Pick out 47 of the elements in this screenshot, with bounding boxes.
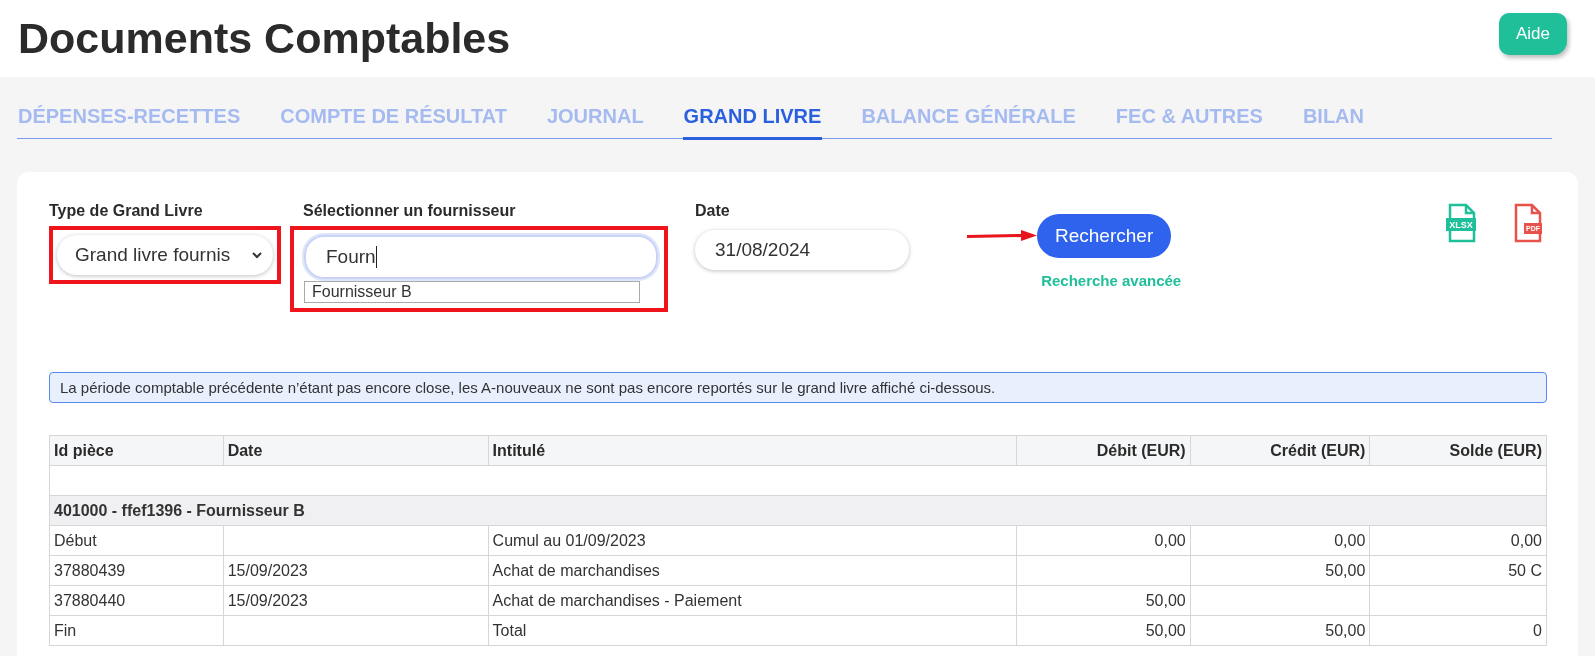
info-notice: La période comptable précédente n’étant pas encore close, les A-nouveaux ne sont pas encore reportés sur le grand livre affiché ci-dessous. [49,372,1547,403]
table-cell: 37880440 [54,591,126,609]
column-header: Crédit (EUR) [1190,435,1370,466]
table-cell: 50,00 [1145,591,1186,609]
tab[interactable]: FEC & AUTRES [1114,104,1264,140]
table-cell: Fin [54,621,77,639]
help-button[interactable]: Aide [1498,12,1567,55]
tab[interactable]: JOURNAL [545,104,645,140]
field-label: Type de Grand Livre [49,202,204,220]
table-cell: 0,00 [1154,531,1186,549]
table-cell: 15/09/2023 [227,561,308,579]
table-cell: 50,00 [1145,621,1186,639]
column-header: Id pièce [49,435,224,466]
field-label: Date [695,202,731,220]
suggestion-item[interactable]: Fournisseur B [304,281,640,303]
column-header: Débit (EUR) [1016,435,1191,466]
table-cell: 50 C [1508,561,1542,579]
column-header: Date [223,435,489,466]
group-header-cell: 401000 - ffef1396 - Fournisseur B [49,495,1547,526]
table-cell: 0,00 [1334,531,1366,549]
table-cell: Début [54,531,97,549]
search-button[interactable]: Rechercher [1037,214,1172,258]
field-label: Sélectionner un fournisseur [303,202,517,220]
date-field[interactable]: 31/08/2024 [695,230,909,270]
chevron-down-icon [251,251,263,259]
tab[interactable]: BILAN [1301,104,1365,140]
column-header: Solde (EUR) [1369,435,1547,466]
tab[interactable]: DÉPENSES-RECETTES [17,104,242,140]
table-cell: 0,00 [1510,531,1542,549]
table-cell: 0 [1533,621,1542,639]
tab[interactable]: GRAND LIVRE [682,104,823,140]
table-cell: Total [492,621,527,639]
table-cell: 37880439 [54,561,126,579]
advanced-search-link[interactable]: Recherche avancée [1041,272,1182,289]
page-title: Documents Comptables [18,14,511,63]
column-header: Intitulé [488,435,1017,466]
supplier-search-field[interactable]: Fourn [304,235,658,279]
table-cell: 50,00 [1325,561,1366,579]
tab[interactable]: COMPTE DE RÉSULTAT [279,104,508,140]
table-cell: Achat de marchandises [492,561,660,579]
tab[interactable]: BALANCE GÉNÉRALE [860,104,1077,140]
ledger-type-dropdown[interactable]: Grand livre fournis [57,235,273,275]
table-cell: 15/09/2023 [227,591,308,609]
table-cell: Achat de marchandises - Paiement [492,591,742,609]
table-cell: Cumul au 01/09/2023 [492,531,646,549]
table-cell: 50,00 [1325,621,1366,639]
annotation-arrow [967,230,1037,242]
